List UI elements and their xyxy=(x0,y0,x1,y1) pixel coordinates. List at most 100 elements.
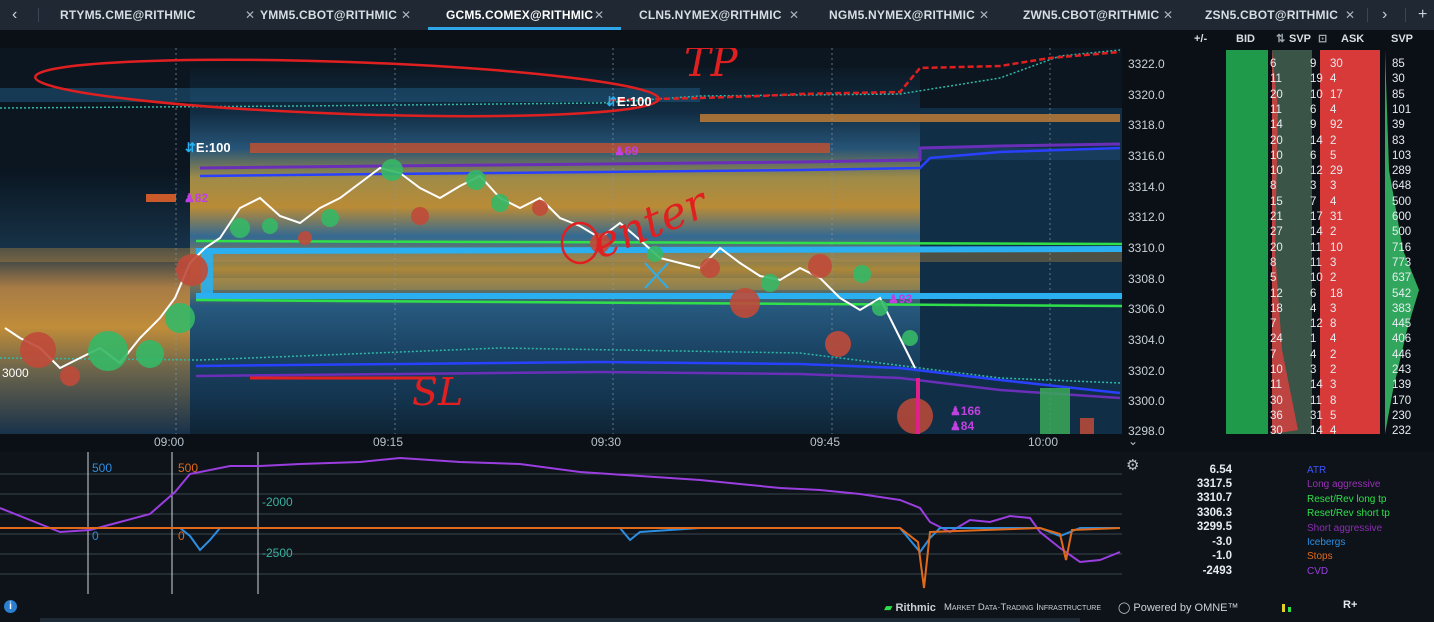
tab-label: CLN5.NYMEX@RITHMIC xyxy=(639,8,782,22)
legend-short-tp: Reset/Rev short tp xyxy=(1307,508,1390,519)
close-icon[interactable]: ✕ xyxy=(1163,0,1173,30)
dom-header-bid[interactable]: BID xyxy=(1236,30,1255,48)
horizontal-scrollbar[interactable] xyxy=(40,618,1080,622)
dom-row[interactable]: 7 12 8 445 xyxy=(1190,317,1434,332)
trade-bubble xyxy=(321,209,339,227)
trade-bubble xyxy=(700,258,720,278)
price-label: 3300.0 xyxy=(1128,394,1165,408)
tab-label: GCM5.COMEX@RITHMIC xyxy=(446,8,594,22)
dom-row[interactable]: 5 10 2 637 xyxy=(1190,271,1434,286)
dom-row[interactable]: 10 3 2 243 xyxy=(1190,363,1434,378)
tab-divider xyxy=(1367,8,1368,22)
close-icon[interactable]: ✕ xyxy=(1345,0,1355,30)
trade-bubble xyxy=(262,218,278,234)
heat-band xyxy=(250,143,830,153)
tab-zsn5[interactable]: ZSN5.CBOT@RITHMIC ✕ xyxy=(1205,0,1355,30)
dom-row[interactable]: 15 7 4 500 xyxy=(1190,195,1434,210)
omne-logo: ◯ Powered by OMNE™ xyxy=(1118,602,1239,614)
tab-ngm5[interactable]: NGM5.NYMEX@RITHMIC ✕ xyxy=(829,0,989,30)
time-label: 09:30 xyxy=(591,435,622,449)
dom-row[interactable]: 30 14 4 232 xyxy=(1190,424,1434,439)
tab-gcm5[interactable]: GCM5.COMEX@RITHMIC ✕ xyxy=(427,0,622,30)
legend-long-aggressive: Long aggressive xyxy=(1307,479,1381,490)
tab-ymm5[interactable]: YMM5.CBOT@RITHMIC ✕ xyxy=(260,0,411,30)
tab-label: RTYM5.CME@RITHMIC xyxy=(60,8,196,22)
time-label: 09:45 xyxy=(810,435,841,449)
dom-row[interactable]: 6 9 30 85 xyxy=(1190,57,1434,72)
legend-atr: ATR xyxy=(1307,465,1327,476)
dom-row[interactable]: 30 11 8 170 xyxy=(1190,394,1434,409)
close-icon[interactable]: ✕ xyxy=(401,0,411,30)
stops-line xyxy=(0,526,1121,589)
iceberg-label: ⇵E:100 xyxy=(185,140,231,155)
r-plus-label: R+ xyxy=(1343,599,1358,611)
dom-row[interactable]: 11 6 4 101 xyxy=(1190,103,1434,118)
dom-row[interactable]: 14 9 92 39 xyxy=(1190,118,1434,133)
dom-header-svp-right[interactable]: SVP xyxy=(1391,30,1413,48)
trade-bubble xyxy=(825,331,851,357)
dom-row[interactable]: 11 14 3 139 xyxy=(1190,378,1434,393)
dom-row[interactable]: 20 14 2 83 xyxy=(1190,134,1434,149)
trade-bubble xyxy=(532,200,548,216)
iceberg-icon: ⇵ xyxy=(606,94,617,109)
trade-bubble xyxy=(88,331,128,371)
chevron-down-icon[interactable]: ⌄ xyxy=(1128,434,1138,448)
stop-label: ♟84 xyxy=(950,419,975,433)
heatmap-chart[interactable]: TP enter SL ⇵E:100 ⇵E:100 ♟82 ♟69 ♟93 ♟1… xyxy=(0,48,1122,434)
close-icon[interactable]: ✕ xyxy=(594,0,604,30)
price-label: 3302.0 xyxy=(1128,364,1165,378)
dom-row[interactable]: 8 3 3 648 xyxy=(1190,179,1434,194)
trade-bubble xyxy=(761,274,779,292)
tabs-prev-button[interactable]: ‹ xyxy=(12,0,17,30)
stops-scale-zero: 0 xyxy=(178,529,185,543)
dom-row[interactable]: 20 10 17 85 xyxy=(1190,88,1434,103)
dom-row[interactable]: 10 12 29 289 xyxy=(1190,164,1434,179)
dom-header-plusminus[interactable]: +/- xyxy=(1194,30,1207,48)
indicator-pane[interactable]: 500 0 500 0 -2000 -2500 xyxy=(0,452,1122,594)
tab-cln5[interactable]: CLN5.NYMEX@RITHMIC ✕ xyxy=(639,0,799,30)
sort-icon[interactable]: ⇅ xyxy=(1276,30,1285,48)
price-label: 3306.0 xyxy=(1128,302,1165,316)
dom-row[interactable]: 36 31 5 230 xyxy=(1190,409,1434,424)
trade-bubble xyxy=(165,303,195,333)
dom-row[interactable]: 24 1 4 406 xyxy=(1190,332,1434,347)
dom-row[interactable]: 11 19 4 30 xyxy=(1190,72,1434,87)
dom-row[interactable]: 8 11 3 773 xyxy=(1190,256,1434,271)
close-icon[interactable]: ✕ xyxy=(245,0,255,30)
trade-bubble xyxy=(20,332,56,368)
dom-row[interactable]: 12 6 18 542 xyxy=(1190,287,1434,302)
stop-label: ♟166 xyxy=(950,404,981,418)
magenta-marker xyxy=(916,378,920,434)
footer-bar: i ▰ Rithmic Market Data·Trading Infrastr… xyxy=(0,594,1434,622)
chart-left-label: 3000 xyxy=(2,366,29,380)
info-icon[interactable]: i xyxy=(4,600,17,613)
lock-icon[interactable]: ⊡ xyxy=(1318,30,1327,48)
icebergs-scale-zero: 0 xyxy=(92,529,99,543)
trade-bubble xyxy=(808,254,832,278)
dom-header-ask[interactable]: ASK xyxy=(1341,30,1364,48)
dom-ladder[interactable]: +/- BID ⇅ SVP ⊡ ASK SVP 6 9 30 85 11 19 4 30 2… xyxy=(1190,30,1434,437)
dom-row[interactable]: 7 4 2 446 xyxy=(1190,348,1434,363)
close-icon[interactable]: ✕ xyxy=(789,0,799,30)
add-tab-button[interactable]: + xyxy=(1418,0,1427,30)
gear-icon[interactable]: ⚙ xyxy=(1126,456,1139,474)
price-label: 3314.0 xyxy=(1128,180,1165,194)
trade-bubble xyxy=(381,159,403,181)
tab-rtym5[interactable]: RTYM5.CME@RITHMIC ✕ xyxy=(60,0,255,30)
tab-zwn5[interactable]: ZWN5.CBOT@RITHMIC ✕ xyxy=(1023,0,1173,30)
dom-row[interactable]: 21 17 31 600 xyxy=(1190,210,1434,225)
dom-row[interactable]: 20 11 10 716 xyxy=(1190,241,1434,256)
dom-row[interactable]: 18 4 3 383 xyxy=(1190,302,1434,317)
dom-header-svp-left[interactable]: SVP xyxy=(1289,30,1311,48)
cvd-scale-label: -2500 xyxy=(262,546,293,560)
stop-label: ♟82 xyxy=(184,191,209,205)
tabs-next-button[interactable]: › xyxy=(1382,0,1387,30)
trade-bubble xyxy=(60,366,80,386)
volume-bar xyxy=(1040,388,1070,434)
dom-row[interactable]: 27 14 2 500 xyxy=(1190,225,1434,240)
close-icon[interactable]: ✕ xyxy=(979,0,989,30)
trade-bubble xyxy=(491,194,509,212)
heat-band xyxy=(200,278,920,290)
stat-value-long-aggressive: 3317.5 xyxy=(1196,478,1232,490)
dom-row[interactable]: 10 6 5 103 xyxy=(1190,149,1434,164)
